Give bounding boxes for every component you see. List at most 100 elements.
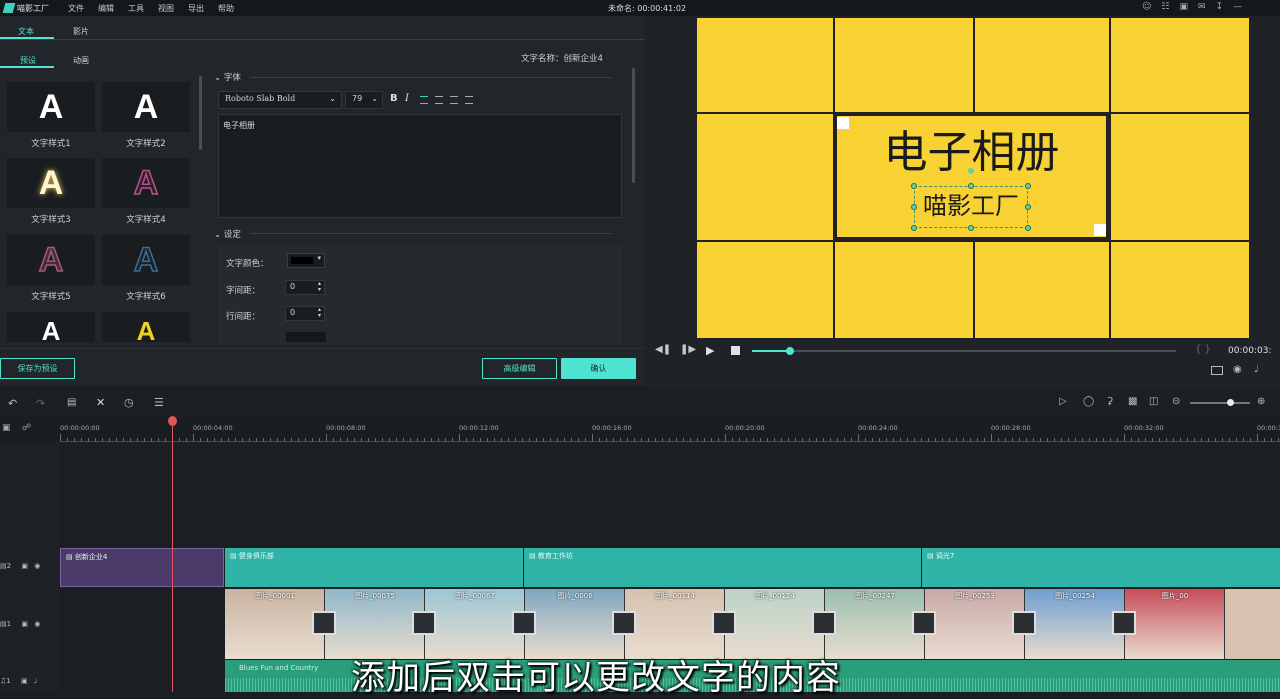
- font-section-header[interactable]: ⌄ 字体: [214, 71, 241, 83]
- video-clip[interactable]: 图片_00254: [1025, 589, 1136, 659]
- subtitle-text[interactable]: 喵影工厂: [915, 190, 1027, 222]
- subtab-preset[interactable]: 预设: [20, 55, 36, 66]
- zoom-slider[interactable]: [1190, 399, 1250, 406]
- advanced-edit-button[interactable]: 高级编辑: [482, 358, 557, 379]
- transition-marker[interactable]: [512, 611, 536, 635]
- preset-tile-6[interactable]: A: [102, 235, 190, 285]
- align-right-icon[interactable]: [450, 96, 458, 104]
- preset-tile-1[interactable]: A: [7, 82, 95, 132]
- resize-handle[interactable]: [968, 225, 974, 231]
- voiceover-icon[interactable]: ▩: [1128, 396, 1137, 407]
- resize-handle[interactable]: [968, 183, 974, 189]
- playhead-handle[interactable]: [168, 416, 177, 426]
- transition-marker[interactable]: [1112, 611, 1136, 635]
- menu-item-1[interactable]: 编辑: [98, 3, 114, 14]
- cut-icon[interactable]: ✕: [96, 396, 105, 409]
- delete-icon[interactable]: ▤: [67, 397, 76, 408]
- menu-item-4[interactable]: 导出: [188, 3, 204, 14]
- preview-canvas[interactable]: 电子相册 喵影工厂: [697, 18, 1249, 338]
- align-left-icon[interactable]: [420, 96, 428, 104]
- video-clip[interactable]: 图片_00247: [825, 589, 936, 659]
- menu-item-3[interactable]: 视图: [158, 3, 174, 14]
- lock-icon[interactable]: ▣: [21, 620, 28, 628]
- undo-icon[interactable]: ↶: [8, 397, 17, 410]
- prev-frame-icon[interactable]: ◀❚: [655, 344, 671, 355]
- add-track-icon[interactable]: ▣: [2, 423, 11, 433]
- menu-item-0[interactable]: 文件: [68, 3, 84, 14]
- title-frame[interactable]: 电子相册 喵影工厂: [834, 113, 1109, 240]
- stepper-icon[interactable]: ▴ ▾: [318, 307, 321, 319]
- transition-marker[interactable]: [812, 611, 836, 635]
- download-icon[interactable]: ↧: [1216, 2, 1224, 12]
- text-color-picker[interactable]: ▾: [287, 253, 325, 268]
- font-size-select[interactable]: 79 ⌄: [345, 91, 383, 109]
- subtab-animation[interactable]: 动画: [73, 55, 89, 66]
- text-clip[interactable]: ▤ 调光7: [922, 548, 1280, 587]
- preset-tile-5[interactable]: A: [7, 235, 95, 285]
- menu-item-5[interactable]: 帮助: [218, 3, 234, 14]
- italic-icon[interactable]: I: [405, 93, 409, 104]
- eye-icon[interactable]: ◉: [34, 620, 40, 628]
- minimize-icon[interactable]: —: [1233, 2, 1242, 12]
- preset-tile-8[interactable]: A: [102, 312, 190, 342]
- video-clip[interactable]: 图片_00253: [925, 589, 1036, 659]
- presets-scrollbar[interactable]: [199, 76, 202, 150]
- display-icon[interactable]: [1211, 366, 1223, 375]
- marker-icon[interactable]: ◯: [1083, 396, 1094, 407]
- save-as-preset-button[interactable]: 保存为预设: [0, 358, 75, 379]
- lock-icon[interactable]: ▣: [21, 677, 28, 685]
- rotate-handle[interactable]: [968, 168, 974, 174]
- video-clip[interactable]: 图片_00067: [425, 589, 536, 659]
- settings-scrollbar[interactable]: [632, 68, 635, 183]
- video-clip[interactable]: 图片_00114: [625, 589, 736, 659]
- mail-icon[interactable]: ✉: [1198, 2, 1206, 12]
- zoom-slider-handle[interactable]: [1227, 399, 1234, 406]
- next-frame-icon[interactable]: ❚▶: [680, 344, 696, 355]
- playback-track[interactable]: [752, 347, 1176, 355]
- resize-handle[interactable]: [911, 183, 917, 189]
- align-justify-icon[interactable]: [465, 96, 473, 104]
- transition-marker[interactable]: [412, 611, 436, 635]
- video-clip[interactable]: 图片_00124: [725, 589, 836, 659]
- frame-corner-handle[interactable]: [1094, 224, 1106, 236]
- video-clip[interactable]: 图片_00075: [325, 589, 436, 659]
- preset-tile-7[interactable]: A: [7, 312, 95, 342]
- resize-handle[interactable]: [1025, 225, 1031, 231]
- eye-icon[interactable]: ◉: [34, 562, 40, 570]
- preset-tile-3[interactable]: A: [7, 158, 95, 208]
- lock-icon[interactable]: ▣: [21, 562, 28, 570]
- volume-icon[interactable]: ♩: [1254, 364, 1259, 375]
- preset-tile-2[interactable]: A: [102, 82, 190, 132]
- alignment-widget[interactable]: [286, 332, 326, 342]
- text-clip[interactable]: ▤ 教育工作坊: [524, 548, 921, 587]
- save-icon[interactable]: ▣: [1179, 2, 1188, 12]
- video-clip[interactable]: 图片_00: [1125, 589, 1225, 659]
- transition-marker[interactable]: [312, 611, 336, 635]
- align-center-icon[interactable]: [435, 96, 443, 104]
- transition-marker[interactable]: [612, 611, 636, 635]
- split-screen-icon[interactable]: ◫: [1149, 396, 1158, 407]
- render-icon[interactable]: ▷: [1059, 396, 1067, 407]
- transition-marker[interactable]: [912, 611, 936, 635]
- zoom-out-icon[interactable]: ⊝: [1172, 396, 1180, 407]
- resize-handle[interactable]: [1025, 204, 1031, 210]
- subtitle-selection-box[interactable]: 喵影工厂: [914, 186, 1028, 228]
- bold-icon[interactable]: B: [390, 93, 398, 104]
- resize-handle[interactable]: [911, 204, 917, 210]
- text-clip[interactable]: ▤ 健身俱乐部: [225, 548, 523, 587]
- zoom-in-icon[interactable]: ⊕: [1257, 396, 1265, 407]
- resize-handle[interactable]: [1025, 183, 1031, 189]
- letter-spacing-input[interactable]: 0 ▴ ▾: [285, 280, 325, 295]
- menu-item-2[interactable]: 工具: [128, 3, 144, 14]
- transition-marker[interactable]: [712, 611, 736, 635]
- cart-icon[interactable]: ☷: [1161, 2, 1169, 12]
- text-content-input[interactable]: 电子相册: [218, 114, 622, 218]
- stop-icon[interactable]: [731, 346, 740, 355]
- play-icon[interactable]: ▶: [706, 344, 714, 357]
- mic-icon[interactable]: ⚳: [1106, 396, 1113, 407]
- stepper-icon[interactable]: ▴ ▾: [318, 281, 321, 293]
- tab-text[interactable]: 文本: [18, 26, 34, 37]
- user-icon[interactable]: ☺: [1142, 2, 1151, 12]
- timeline-ruler[interactable]: 00:00:00:00 00:00:04:00 00:00:08:00 00:00:1…: [60, 418, 1280, 442]
- redo-icon[interactable]: ↷: [36, 397, 45, 410]
